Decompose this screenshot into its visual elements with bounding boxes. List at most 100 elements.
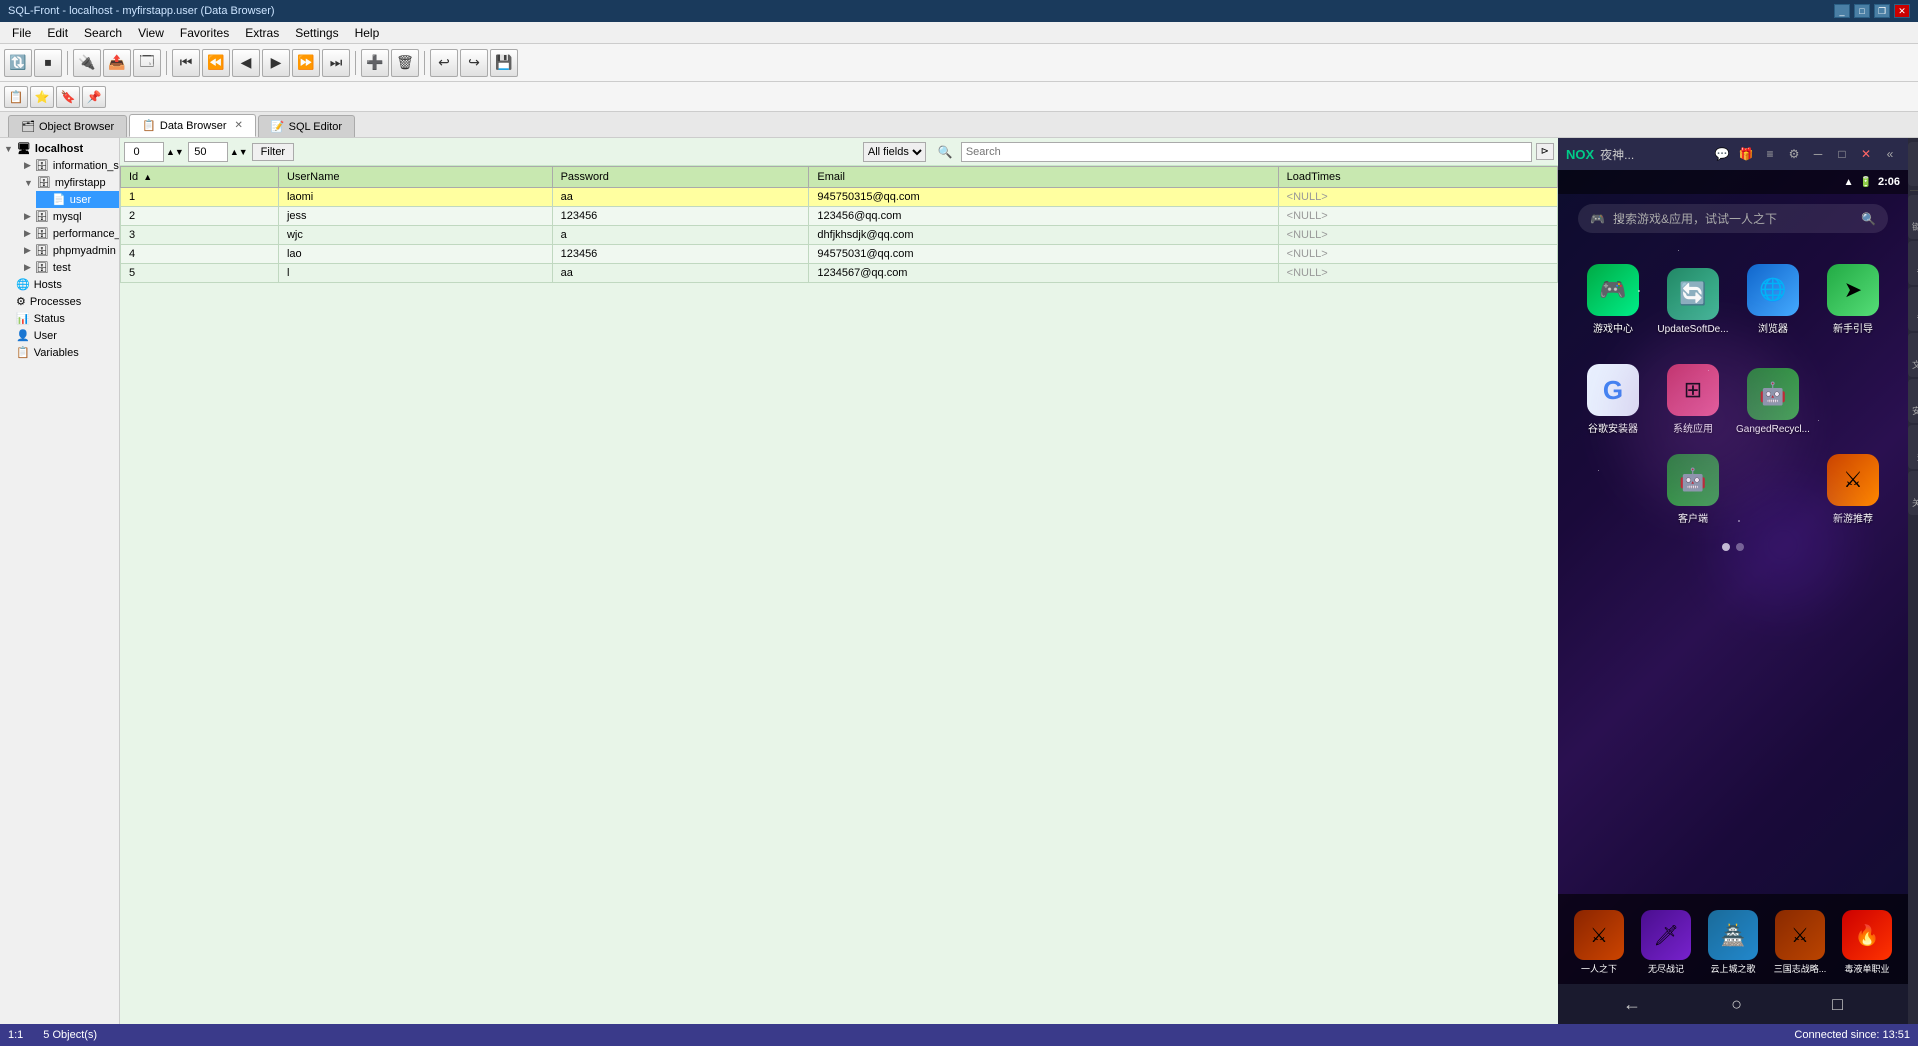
tab-object-browser[interactable]: 🗂 Object Browser <box>8 115 127 137</box>
menu-settings[interactable]: Settings <box>287 24 346 42</box>
add-record-button[interactable]: ➕ <box>361 49 389 77</box>
sidebar-item-processes[interactable]: ⚙ Processes <box>0 293 119 310</box>
offset-input[interactable] <box>124 142 164 162</box>
tab-sql-editor[interactable]: 📝 SQL Editor <box>258 115 355 137</box>
nox-game-4[interactable]: ⚔ 三国志战略... <box>1769 899 1831 979</box>
sidebar-item-myfirstapp[interactable]: ▼ 🗄 myfirstapp <box>8 174 119 191</box>
new-window-button[interactable]: 🗔 <box>133 49 161 77</box>
tb-sm-btn3[interactable]: 🔖 <box>56 86 80 108</box>
undo-button[interactable]: ↩ <box>430 49 458 77</box>
menu-help[interactable]: Help <box>347 24 388 42</box>
table-cell: <NULL> <box>1278 226 1557 245</box>
menu-search[interactable]: Search <box>76 24 130 42</box>
connect-button[interactable]: 🔌 <box>73 49 101 77</box>
table-row[interactable]: 5laa1234567@qq.com<NULL> <box>121 264 1558 283</box>
nox-game-1[interactable]: ⚔ 一人之下 <box>1568 899 1630 979</box>
nox-side-volume-down-btn[interactable]: 🔉 音量减 <box>1908 287 1918 331</box>
menu-extras[interactable]: Extras <box>237 24 287 42</box>
next-record-button[interactable]: ▶ <box>262 49 290 77</box>
sidebar-item-test[interactable]: ▶ 🗄 test <box>8 259 119 276</box>
nox-app-game-center[interactable]: 🎮 游戏中心 <box>1573 253 1653 343</box>
next-page-button[interactable]: ⏩ <box>292 49 320 77</box>
limit-spinner-up[interactable]: ▲▼ <box>230 147 248 157</box>
commit-button[interactable]: 💾 <box>490 49 518 77</box>
tb-sm-btn2[interactable]: ⭐ <box>30 86 54 108</box>
limit-input[interactable] <box>188 142 228 162</box>
menu-favorites[interactable]: Favorites <box>172 24 237 42</box>
nox-side-apk-btn[interactable]: 📦 安装APK <box>1908 379 1918 423</box>
table-row[interactable]: 3wjcadhfjkhsdjk@qq.com<NULL> <box>121 226 1558 245</box>
nox-close-icon[interactable]: ✕ <box>1856 144 1876 164</box>
nox-app-new-guide[interactable]: ➤ 新手引导 <box>1813 253 1893 343</box>
filter-button[interactable]: Filter <box>252 143 294 161</box>
menu-edit[interactable]: Edit <box>39 24 76 42</box>
minimize-button[interactable]: _ <box>1834 4 1850 18</box>
nox-back-button[interactable]: ← <box>1623 994 1641 1015</box>
nox-minimize-icon[interactable]: ─ <box>1808 144 1828 164</box>
sidebar-item-localhost[interactable]: ▼ 🖥 localhost <box>0 140 119 157</box>
nox-side-fullscreen-btn[interactable]: ⛶ 全屏 <box>1908 142 1918 186</box>
nox-settings-icon[interactable]: ⚙ <box>1784 144 1804 164</box>
sidebar-item-phpmyadmin[interactable]: ▶ 🗄 phpmyadmin <box>8 242 119 259</box>
nox-chat-icon[interactable]: 💬 <box>1712 144 1732 164</box>
nox-collapse-icon[interactable]: « <box>1880 144 1900 164</box>
col-id[interactable]: Id ▲ <box>121 167 279 188</box>
close-button[interactable]: ✕ <box>1894 4 1910 18</box>
prev-page-button[interactable]: ⏪ <box>202 49 230 77</box>
maximize-button[interactable]: □ <box>1854 4 1870 18</box>
tb-sm-btn1[interactable]: 📋 <box>4 86 28 108</box>
nox-search-bar[interactable]: 🎮 搜索游戏&应用，试试一人之下 🔍 <box>1578 204 1888 233</box>
col-loadtimes[interactable]: LoadTimes <box>1278 167 1557 188</box>
expand-search-button[interactable]: ⊳ <box>1536 143 1554 160</box>
search-input[interactable] <box>961 142 1532 162</box>
nox-side-keyboard-label: 键位设置 <box>1912 223 1918 233</box>
nox-game-5[interactable]: 🔥 毒液单职业 <box>1836 899 1898 979</box>
nox-menu-icon[interactable]: ≡ <box>1760 144 1780 164</box>
nox-app-new-guide-label: 新手引导 <box>1833 320 1873 335</box>
sidebar-item-status[interactable]: 📊 Status <box>0 310 119 327</box>
search-type-dropdown[interactable]: All fields <box>863 142 926 162</box>
nox-game-2[interactable]: 🗡 无尽战记 <box>1635 899 1697 979</box>
sidebar-item-performance-schema[interactable]: ▶ 🗄 performance_schema <box>8 225 119 242</box>
sidebar-item-mysql[interactable]: ▶ 🗄 mysql <box>8 208 119 225</box>
restore-button[interactable]: ❐ <box>1874 4 1890 18</box>
tb-sm-btn4[interactable]: 📌 <box>82 86 106 108</box>
nox-gift-icon[interactable]: 🎁 <box>1736 144 1756 164</box>
col-email[interactable]: Email <box>809 167 1278 188</box>
first-record-button[interactable]: ⏮ <box>172 49 200 77</box>
nox-side-volume-up-btn[interactable]: 🔊 音量加 <box>1908 241 1918 285</box>
nox-search-magnify-icon[interactable]: 🔍 <box>1861 212 1876 226</box>
nox-side-file-btn[interactable]: 📁 文件助手 <box>1908 333 1918 377</box>
offset-spinner-up[interactable]: ▲▼ <box>166 147 184 157</box>
sidebar-myfirstapp-children: 📄 user <box>8 191 119 208</box>
tab-data-browser[interactable]: 📋 Data Browser ✕ <box>129 114 256 137</box>
sidebar-item-user[interactable]: 📄 user <box>36 191 119 208</box>
menu-view[interactable]: View <box>130 24 172 42</box>
col-password[interactable]: Password <box>552 167 809 188</box>
table-row[interactable]: 4lao12345694575031@qq.com<NULL> <box>121 245 1558 264</box>
nox-home-button[interactable]: ○ <box>1731 994 1742 1015</box>
sidebar-item-variables[interactable]: 📋 Variables <box>0 344 119 361</box>
disconnect-button[interactable]: 📤 <box>103 49 131 77</box>
sidebar-item-hosts[interactable]: 🌐 Hosts <box>0 276 119 293</box>
sidebar-item-information-schema[interactable]: ▶ 🗄 information_schema <box>8 157 119 174</box>
nox-game-3[interactable]: 🏯 云上城之歌 <box>1702 899 1764 979</box>
delete-record-button[interactable]: 🗑 <box>391 49 419 77</box>
redo-button[interactable]: ↪ <box>460 49 488 77</box>
tab-data-browser-close[interactable]: ✕ <box>235 120 243 131</box>
refresh-button[interactable]: 🔃 <box>4 49 32 77</box>
prev-record-button[interactable]: ◀ <box>232 49 260 77</box>
last-record-button[interactable]: ⏭ <box>322 49 350 77</box>
nox-maximize-icon[interactable]: □ <box>1832 144 1852 164</box>
nox-search-logo: 🎮 <box>1590 212 1605 226</box>
nox-recent-button[interactable]: □ <box>1832 994 1843 1015</box>
nox-side-keyboard-btn[interactable]: ⌨ 键位设置 <box>1908 195 1918 239</box>
table-row[interactable]: 2jess123456123456@qq.com<NULL> <box>121 207 1558 226</box>
col-username[interactable]: UserName <box>278 167 552 188</box>
sidebar-item-user-root[interactable]: 👤 User <box>0 327 119 344</box>
nox-side-close-app-btn[interactable]: ✕ 关闭应用 <box>1908 471 1918 515</box>
menu-file[interactable]: File <box>4 24 39 42</box>
nox-side-multi-btn[interactable]: ⊡ 多开器 <box>1908 425 1918 469</box>
stop-button[interactable]: ⏹ <box>34 49 62 77</box>
table-row[interactable]: 1laomiaa945750315@qq.com<NULL> <box>121 188 1558 207</box>
